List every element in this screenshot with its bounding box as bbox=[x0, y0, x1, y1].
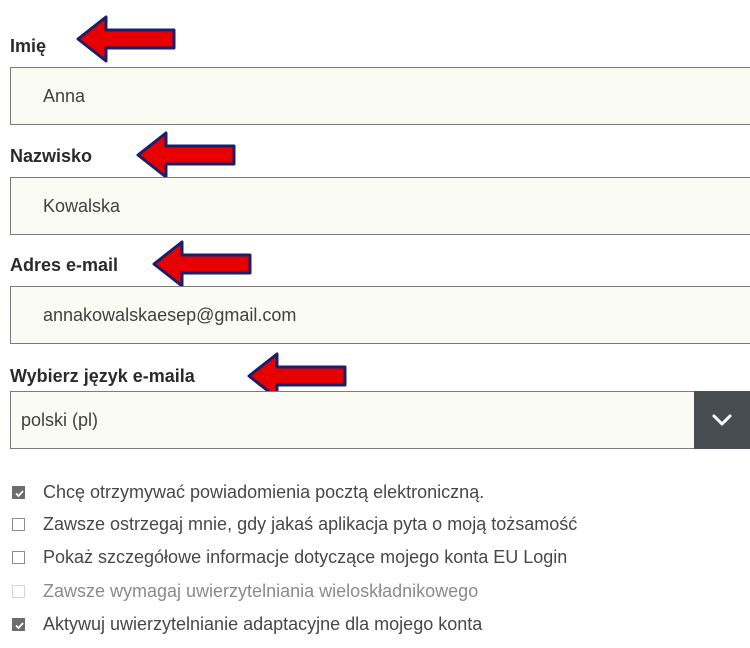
first-name-input[interactable]: Anna bbox=[10, 67, 750, 125]
checkbox-email-notifications[interactable] bbox=[12, 485, 25, 499]
last-name-input[interactable]: Kowalska bbox=[10, 177, 750, 235]
checkbox-account-details[interactable] bbox=[12, 550, 25, 564]
first-name-label: Imię bbox=[10, 36, 47, 56]
language-label: Wybierz język e-maila bbox=[10, 366, 195, 386]
checkbox-mfa bbox=[12, 584, 25, 598]
option-account-details[interactable]: Pokaż szczegółowe informacje dotyczące m… bbox=[12, 546, 567, 568]
last-name-label: Nazwisko bbox=[10, 146, 93, 166]
arrow-left-icon bbox=[76, 15, 176, 63]
arrow-left-icon bbox=[136, 131, 236, 179]
option-mfa: Zawsze wymagaj uwierzytelniania wieloskł… bbox=[12, 580, 478, 602]
option-label: Chcę otrzymywać powiadomienia pocztą ele… bbox=[43, 481, 485, 502]
option-adaptive-auth[interactable]: Aktywuj uwierzytelnianie adaptacyjne dla… bbox=[12, 613, 482, 635]
option-label: Pokaż szczegółowe informacje dotyczące m… bbox=[43, 546, 568, 567]
option-label: Zawsze wymagaj uwierzytelniania wieloskł… bbox=[43, 580, 479, 601]
chevron-down-icon bbox=[712, 414, 732, 426]
language-select-value: polski (pl) bbox=[21, 410, 99, 430]
arrow-left-icon bbox=[152, 240, 252, 288]
option-label: Aktywuj uwierzytelnianie adaptacyjne dla… bbox=[43, 613, 483, 634]
email-input[interactable]: annakowalskaesep@gmail.com bbox=[10, 286, 750, 344]
option-email-notifications[interactable]: Chcę otrzymywać powiadomienia pocztą ele… bbox=[12, 481, 484, 503]
checkmark-icon bbox=[15, 489, 24, 497]
option-identity-warning[interactable]: Zawsze ostrzegaj mnie, gdy jakaś aplikac… bbox=[12, 513, 577, 535]
checkmark-icon bbox=[15, 621, 24, 629]
option-label: Zawsze ostrzegaj mnie, gdy jakaś aplikac… bbox=[43, 513, 578, 534]
checkbox-identity-warning[interactable] bbox=[12, 517, 25, 531]
language-dropdown-button[interactable] bbox=[694, 391, 750, 449]
checkbox-adaptive-auth[interactable] bbox=[12, 617, 25, 631]
email-label: Adres e-mail bbox=[10, 255, 119, 275]
language-select[interactable]: polski (pl) bbox=[10, 391, 750, 449]
